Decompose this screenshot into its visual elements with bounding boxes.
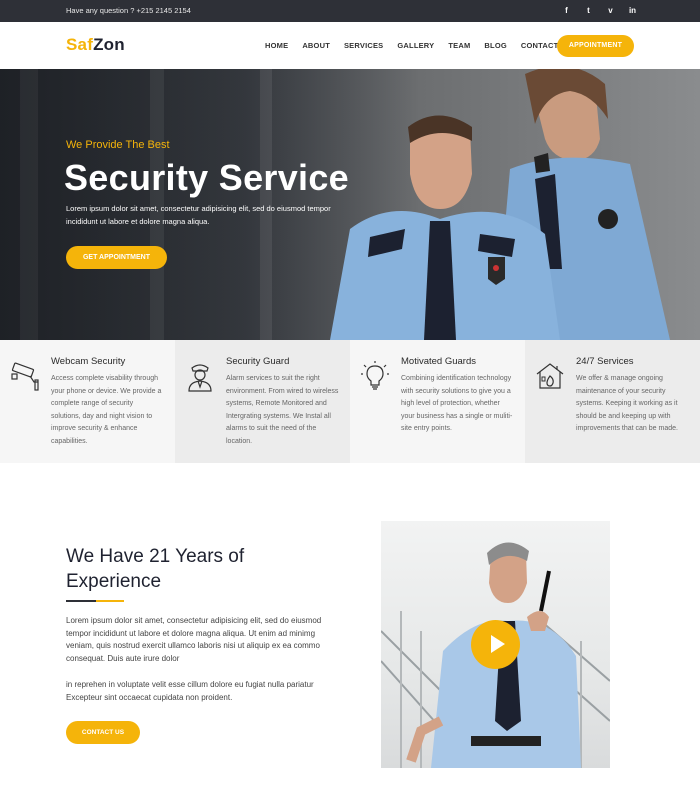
twitter-icon[interactable]: t [584, 4, 593, 17]
about-title: We Have 21 Years of Experience [66, 546, 245, 592]
hero-section: We Provide The Best Security Service Lor… [0, 69, 700, 340]
feature-card: Security Guard Alarm services to suit th… [175, 340, 350, 463]
facebook-icon[interactable]: f [562, 4, 571, 17]
nav-home[interactable]: HOME [265, 41, 288, 50]
about-paragraph: Lorem ipsum dolor sit amet, consectetur … [66, 616, 322, 663]
hero-description: Lorem ipsum dolor sit amet, consectetur … [66, 204, 331, 226]
nav-contact[interactable]: CONTACT [521, 41, 559, 50]
logo-part-2: Zon [93, 35, 125, 54]
feature-card: 24/7 Services We offer & manage ongoing … [525, 340, 700, 463]
house-fire-icon [536, 363, 564, 389]
lightbulb-icon [361, 361, 389, 390]
feature-title: Security Guard [226, 356, 290, 367]
nav-gallery[interactable]: GALLERY [397, 41, 434, 50]
feature-text: Access complete visability through your … [51, 375, 162, 445]
feature-text: Combining identification technology with… [401, 375, 513, 433]
top-bar: Have any question ? +215 2145 2154 f t v… [0, 0, 700, 22]
get-appointment-button[interactable]: GET APPOINTMENT [66, 246, 167, 269]
feature-text: Alarm services to suit the right environ… [226, 375, 339, 445]
nav-blog[interactable]: BLOG [484, 41, 506, 50]
feature-card: Motivated Guards Combining identificatio… [350, 340, 525, 463]
feature-text: We offer & manage ongoing maintenance of… [576, 375, 678, 433]
site-header: SafZon HOME ABOUT SERVICES GALLERY TEAM … [0, 22, 700, 69]
feature-card: Webcam Security Access complete visabili… [0, 340, 175, 463]
feature-title: Motivated Guards [401, 356, 476, 367]
appointment-button[interactable]: APPOINTMENT [557, 35, 634, 57]
feature-title: 24/7 Services [576, 356, 634, 367]
hero-title: Security Service [64, 157, 349, 198]
feature-title: Webcam Security [51, 356, 126, 367]
title-divider-accent [96, 600, 124, 602]
cctv-camera-icon [11, 362, 39, 391]
about-paragraph: in reprehen in voluptate velit esse cill… [66, 680, 314, 702]
linkedin-icon[interactable]: in [628, 4, 637, 17]
logo-part-1: Saf [66, 35, 94, 54]
play-video-button[interactable] [471, 620, 520, 669]
features-row: Webcam Security Access complete visabili… [0, 340, 700, 463]
guard-icon [188, 364, 212, 392]
contact-us-button[interactable]: CONTACT US [66, 721, 140, 744]
main-nav: HOME ABOUT SERVICES GALLERY TEAM BLOG CO… [265, 41, 558, 50]
site-logo[interactable]: SafZon [66, 35, 125, 55]
title-divider [66, 600, 96, 602]
top-contact-text: Have any question ? +215 2145 2154 [66, 6, 191, 15]
nav-services[interactable]: SERVICES [344, 41, 383, 50]
nav-team[interactable]: TEAM [448, 41, 470, 50]
security-guards-image [330, 69, 670, 340]
hero-tagline: We Provide The Best [66, 139, 170, 151]
vimeo-icon[interactable]: v [606, 4, 615, 17]
nav-about[interactable]: ABOUT [302, 41, 330, 50]
social-links: f t v in [562, 4, 637, 17]
